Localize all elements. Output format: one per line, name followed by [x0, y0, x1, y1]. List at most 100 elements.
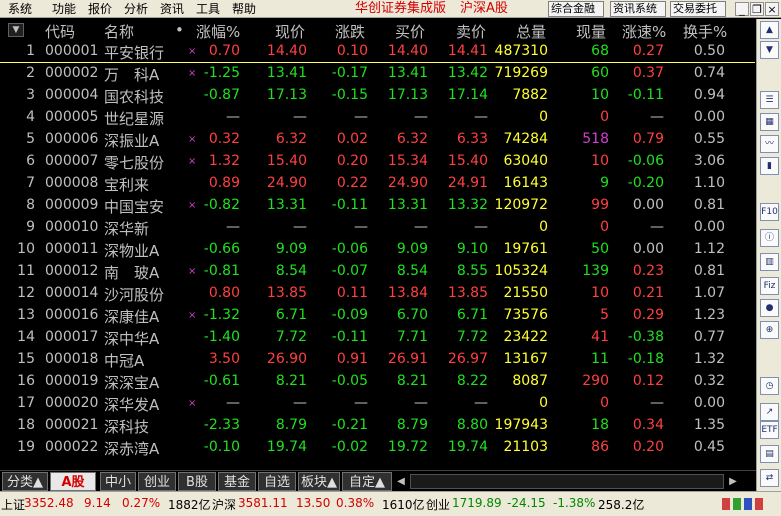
tab-8[interactable]: 自定▲	[342, 472, 392, 491]
cy-index-amount: 258.2亿	[598, 498, 645, 512]
restore-icon[interactable]: ❐	[750, 2, 764, 16]
price-change: -0.17	[331, 65, 368, 81]
tab-0[interactable]: 分类▲	[2, 472, 48, 491]
tab-6[interactable]: 自选	[258, 472, 296, 491]
col-header-name[interactable]: 名称	[104, 21, 134, 42]
bar-chart-icon[interactable]: ▥	[760, 253, 779, 271]
col-header-cur[interactable]: 现量	[576, 21, 606, 42]
message-status-icon[interactable]	[744, 498, 752, 510]
change-speed: 0.23	[632, 263, 664, 279]
table-row[interactable]: 12 000014 沙河股份 0.80 13.85 0.11 13.84 13.85 21550…	[0, 283, 755, 305]
menu-item-1[interactable]: 功能	[44, 0, 80, 18]
info-icon[interactable]: ⓘ	[760, 229, 779, 247]
table-row[interactable]: 14 000017 深中华A -1.40 7.72 -0.11 7.71 7.72 23422 4…	[0, 327, 755, 349]
menu-item-2[interactable]: 报价	[80, 0, 116, 18]
change-speed: 0.21	[632, 285, 664, 301]
table-row[interactable]: 4 000005 世纪星源 — — — — — 0 0 — 0.00	[0, 107, 755, 129]
table-row[interactable]: 5 000006 深振业A × 0.32 6.32 0.02 6.32 6.33 74284 518…	[0, 129, 755, 151]
connection-status-icon[interactable]	[722, 498, 730, 510]
current-volume: 290	[582, 373, 609, 389]
bid-price: 14.40	[387, 43, 428, 59]
table-row[interactable]: 11 000012 南 玻A × -0.81 8.54 -0.07 8.54 8.55 10532…	[0, 261, 755, 283]
stock-code: 000019	[45, 373, 99, 389]
table-row[interactable]: 1 000001 平安银行 × 0.70 14.40 0.10 14.40 14.41 48731…	[0, 41, 755, 63]
col-header-pct[interactable]: 涨幅%	[196, 21, 240, 42]
calendar-icon[interactable]: ▤	[760, 445, 779, 463]
tab-scroll-left-icon[interactable]: ◀	[394, 474, 408, 489]
f10-icon[interactable]: F10	[760, 203, 779, 221]
table-row[interactable]: 19 000022 深赤湾A -0.10 19.74 -0.02 19.72 19.74 211…	[0, 437, 755, 459]
trade-icon[interactable]: ⇄	[760, 469, 779, 487]
current-volume: 10	[591, 153, 609, 169]
table-row[interactable]: 8 000009 中国宝安 × -0.82 13.31 -0.11 13.31 13.32 120…	[0, 195, 755, 217]
stock-name: 深华新	[104, 220, 150, 238]
menu-item-6[interactable]: 帮助	[224, 0, 260, 18]
col-header-code[interactable]: 代码	[45, 21, 75, 42]
table-row[interactable]: 9 000010 深华新 — — — — — 0 0 — 0.00	[0, 217, 755, 239]
col-header-sell[interactable]: 卖价	[456, 21, 486, 42]
margin-mark: ×	[188, 310, 197, 321]
table-row[interactable]: 15 000018 中冠A 3.50 26.90 0.91 26.91 26.97 13167 1…	[0, 349, 755, 371]
comprehensive-finance-button[interactable]: 综合金融	[548, 1, 604, 17]
col-header-now[interactable]: 现价	[275, 21, 305, 42]
table-row[interactable]: 13 000016 深康佳A × -1.32 6.71 -0.09 6.70 6.71 73576…	[0, 305, 755, 327]
horizontal-scrollbar[interactable]	[410, 474, 724, 489]
minimize-icon[interactable]: _	[735, 2, 749, 16]
col-header-chg[interactable]: 涨跌	[335, 21, 365, 42]
candlestick-icon[interactable]: ▮	[760, 157, 779, 175]
hs-index-amount: 1610亿	[382, 498, 425, 512]
info-system-button[interactable]: 资讯系统	[610, 1, 666, 17]
tab-7[interactable]: 板块▲	[298, 472, 340, 491]
record-icon[interactable]: ●	[760, 299, 779, 317]
zoom-icon[interactable]: ⊕	[760, 321, 779, 339]
col-header-vol[interactable]: 总量	[516, 21, 546, 42]
table-row[interactable]: 6 000007 零七股份 × 1.32 15.40 0.20 15.34 15.40 63040…	[0, 151, 755, 173]
stock-code: 000018	[45, 351, 99, 367]
tab-1[interactable]: A股	[50, 472, 96, 491]
table-row[interactable]: 18 000021 深科技 -2.33 8.79 -0.21 8.79 8.80 197943 1…	[0, 415, 755, 437]
table-row[interactable]: 16 000019 深深宝A -0.61 8.21 -0.05 8.21 8.22 8087 29…	[0, 371, 755, 393]
col-header-speed[interactable]: 涨速%	[622, 21, 666, 42]
close-icon[interactable]: ×	[765, 2, 779, 16]
table-row[interactable]: 2 000002 万 科A × -1.25 13.41 -0.17 13.41 13.42 719…	[0, 63, 755, 85]
tab-2[interactable]: 中小	[100, 472, 136, 491]
ask-price: 26.97	[447, 351, 488, 367]
turnover-rate: 0.45	[693, 439, 725, 455]
tab-5[interactable]: 基金	[218, 472, 256, 491]
turnover-rate: 1.32	[693, 351, 725, 367]
etf-icon[interactable]: ETF	[760, 421, 779, 439]
alert-status-icon[interactable]	[755, 498, 763, 510]
col-header-turn[interactable]: 换手%	[683, 21, 727, 42]
price-change: -0.09	[331, 307, 368, 323]
menu-item-0[interactable]: 系统	[0, 0, 44, 18]
current-price: 19.74	[266, 439, 307, 455]
scroll-up-icon[interactable]: ▲	[760, 21, 779, 39]
table-row[interactable]: 10 000011 深物业A -0.66 9.09 -0.06 9.09 9.10 19761 5…	[0, 239, 755, 261]
scroll-down-icon[interactable]: ▼	[760, 41, 779, 59]
grid-icon[interactable]: ▦	[760, 113, 779, 131]
menu-item-4[interactable]: 资讯	[152, 0, 188, 18]
current-volume: 10	[591, 87, 609, 103]
sort-dropdown-icon[interactable]: ▼	[8, 23, 24, 37]
col-header-mark[interactable]: •	[175, 21, 184, 39]
current-price: 15.40	[266, 153, 307, 169]
turnover-rate: 0.77	[693, 329, 725, 345]
trade-order-button[interactable]: 交易委托	[670, 1, 726, 17]
menu-item-3[interactable]: 分析	[116, 0, 152, 18]
clock-icon[interactable]: ◷	[760, 377, 779, 395]
table-row[interactable]: 17 000020 深华发A × — — — — — 0 0 — 0.00	[0, 393, 755, 415]
minute-chart-icon[interactable]: 〰	[760, 135, 779, 153]
table-row[interactable]: 3 000004 国农科技 -0.87 17.13 -0.15 17.13 17.14 7882…	[0, 85, 755, 107]
tab-scroll-right-icon[interactable]: ▶	[726, 474, 740, 489]
sh-index-label: 上证	[1, 498, 26, 512]
tab-3[interactable]: 创业	[138, 472, 176, 491]
fiz-icon[interactable]: Fiz	[760, 277, 779, 295]
ask-price: —	[474, 395, 488, 411]
tab-4[interactable]: B股	[178, 472, 216, 491]
table-row[interactable]: 7 000008 宝利来 0.89 24.90 0.22 24.90 24.91 16143 9 -…	[0, 173, 755, 195]
col-header-buy[interactable]: 买价	[395, 21, 425, 42]
market-status-icon[interactable]	[733, 498, 741, 510]
menu-item-5[interactable]: 工具	[188, 0, 224, 18]
list-icon[interactable]: ☰	[760, 91, 779, 109]
chart-icon[interactable]: ↗	[760, 403, 779, 421]
